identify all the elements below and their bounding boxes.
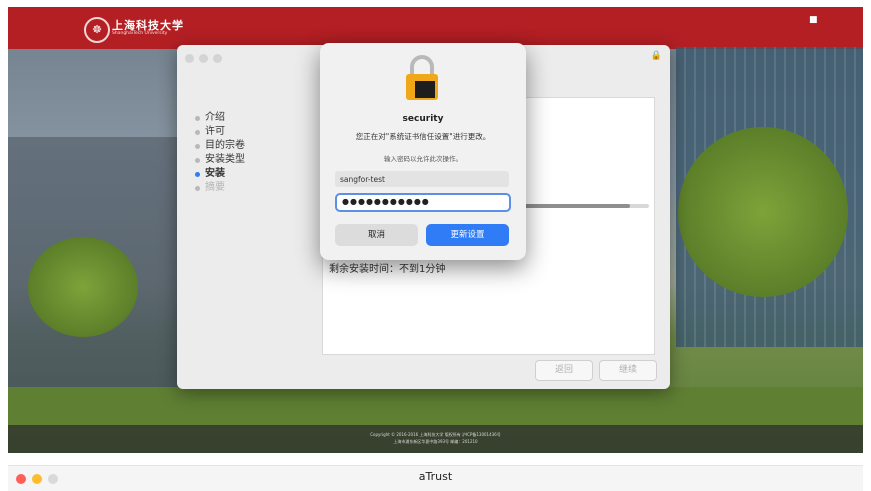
auth-dialog: security 您正在对"系统证书信任设置"进行更改。 输入密码以允许此次操作… bbox=[320, 43, 526, 260]
remaining-time-text: 剩余安装时间：不到1分钟 bbox=[329, 264, 446, 275]
dialog-title: security bbox=[402, 114, 444, 124]
step-item: 介绍 bbox=[195, 111, 245, 125]
lawn bbox=[8, 387, 863, 427]
installer-steps: 介绍 许可 目的宗卷 安装类型 安装 摘要 bbox=[195, 111, 245, 195]
footer-copyright: Copyright © 2016-2016 上海科技大学 版权所有 沪ICP备1… bbox=[370, 432, 501, 437]
cursor-icon: ■ bbox=[809, 15, 818, 25]
username-field[interactable] bbox=[335, 171, 509, 187]
minimize-button[interactable] bbox=[199, 54, 208, 63]
tree-left bbox=[28, 237, 138, 337]
page-footer: Copyright © 2016-2016 上海科技大学 版权所有 沪ICP备1… bbox=[8, 425, 863, 453]
password-field[interactable]: ●●●●●●●●●●● bbox=[335, 193, 511, 212]
lock-icon: 🔒 bbox=[650, 51, 662, 61]
update-settings-button[interactable]: 更新设置 bbox=[426, 224, 509, 246]
cancel-button[interactable]: 取消 bbox=[335, 224, 418, 246]
zoom-button[interactable] bbox=[213, 54, 222, 63]
university-logo-icon: ☸ bbox=[84, 17, 110, 43]
footer-address: 上海市浦东新区华夏中路393号 邮编：201210 bbox=[393, 439, 478, 444]
dialog-message: 您正在对"系统证书信任设置"进行更改。 bbox=[355, 132, 491, 141]
install-progress-fill bbox=[523, 204, 631, 208]
atrust-titlebar: aTrust bbox=[8, 465, 863, 491]
atrust-window-title: aTrust bbox=[418, 470, 453, 483]
university-name-en: ShanghaiTech University bbox=[112, 31, 168, 36]
step-item-active: 安装 bbox=[195, 167, 245, 181]
step-item: 目的宗卷 bbox=[195, 139, 245, 153]
back-button[interactable]: 返回 bbox=[535, 360, 593, 381]
step-item: 安装类型 bbox=[195, 153, 245, 167]
step-item: 摘要 bbox=[195, 181, 245, 195]
padlock-icon bbox=[406, 55, 438, 100]
step-item: 许可 bbox=[195, 125, 245, 139]
install-progress-bar bbox=[523, 204, 649, 208]
tree-right bbox=[678, 127, 848, 297]
dialog-prompt: 输入密码以允许此次操作。 bbox=[384, 155, 462, 163]
close-button[interactable] bbox=[185, 54, 194, 63]
continue-button[interactable]: 继续 bbox=[599, 360, 657, 381]
